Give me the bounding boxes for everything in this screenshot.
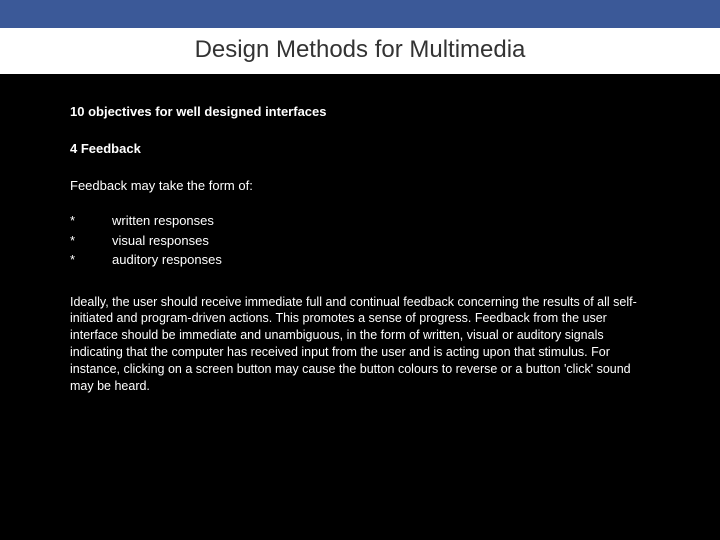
header-bar — [0, 0, 720, 28]
bullet-text: auditory responses — [112, 250, 650, 270]
bullet-text: written responses — [112, 211, 650, 231]
list-item: * written responses — [70, 211, 650, 231]
intro-line: Feedback may take the form of: — [70, 178, 650, 193]
slide-title: Design Methods for Multimedia — [0, 36, 720, 64]
body-paragraph: Ideally, the user should receive immedia… — [70, 294, 650, 395]
slide-content: 10 objectives for well designed interfac… — [0, 74, 720, 395]
title-section: Design Methods for Multimedia — [0, 28, 720, 74]
sub-heading: 4 Feedback — [70, 141, 650, 156]
list-item: * visual responses — [70, 231, 650, 251]
bullet-marker: * — [70, 211, 112, 231]
bullet-text: visual responses — [112, 231, 650, 251]
list-item: * auditory responses — [70, 250, 650, 270]
bullet-marker: * — [70, 231, 112, 251]
bullet-list: * written responses * visual responses *… — [70, 211, 650, 270]
section-heading: 10 objectives for well designed interfac… — [70, 104, 650, 119]
bullet-marker: * — [70, 250, 112, 270]
